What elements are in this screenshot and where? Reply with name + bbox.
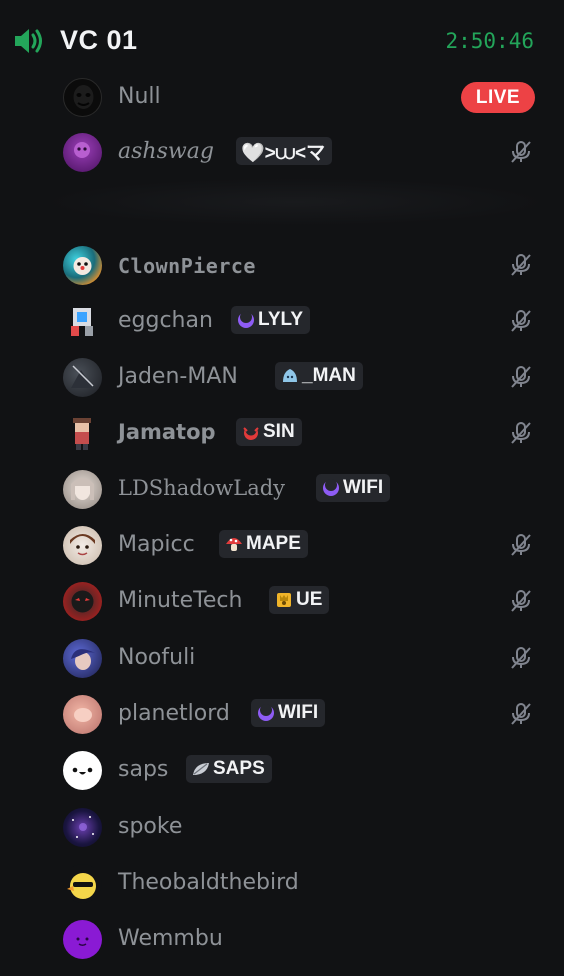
voice-user-row[interactable]: planetlord WIFI: [0, 689, 564, 739]
username: MinuteTech: [118, 588, 243, 613]
purple-moon-icon: [258, 704, 274, 721]
username: Mapicc: [118, 532, 195, 557]
username: saps: [118, 757, 169, 782]
gold-badge-icon: [277, 593, 291, 607]
dark-figure-avatar: [63, 358, 102, 397]
user-tag: WIFI: [316, 474, 391, 502]
mic-muted-icon: [511, 310, 531, 332]
username: ClownPierce: [118, 254, 256, 278]
smiley-face-avatar: [63, 751, 102, 790]
brown-hair-avatar: [63, 526, 102, 565]
voice-user-row[interactable]: ashswag 🤍>⩊<マ: [0, 127, 564, 177]
tag-label: WIFI: [343, 477, 384, 498]
blue-hair-avatar: [63, 639, 102, 678]
tag-label: WIFI: [278, 702, 319, 723]
voice-user-row[interactable]: Theobaldthebird: [0, 858, 564, 908]
blue-slime-icon: [283, 369, 297, 382]
voice-user-row[interactable]: saps SAPS: [0, 745, 564, 795]
clown-avatar: [63, 246, 102, 285]
channel-name: VC 01: [60, 25, 138, 55]
voice-user-row[interactable]: Noofuli: [0, 633, 564, 683]
empty-space: [40, 178, 550, 226]
galaxy-avatar: [63, 808, 102, 847]
leaf-icon: [193, 763, 209, 775]
username: Wemmbu: [118, 926, 223, 951]
mic-muted-icon: [511, 703, 531, 725]
username: LDShadowLady: [118, 476, 286, 500]
voice-user-row[interactable]: Jamatop SIN: [0, 408, 564, 458]
purple-blob-avatar: [63, 920, 102, 959]
voice-user-row[interactable]: Mapicc MAPE: [0, 520, 564, 570]
mic-muted-icon: [511, 366, 531, 388]
user-tag: MAPE: [219, 530, 308, 558]
user-tag: WIFI: [251, 699, 326, 727]
voice-user-row[interactable]: ClownPierce: [0, 240, 564, 290]
voice-user-row[interactable]: MinuteTech UE: [0, 576, 564, 626]
mic-muted-icon: [511, 422, 531, 444]
username: eggchan: [118, 308, 213, 333]
red-mask-avatar: [63, 582, 102, 621]
yellow-bird-avatar: [63, 864, 102, 903]
mic-muted-icon: [511, 590, 531, 612]
voice-user-row[interactable]: eggchan LYLY: [0, 296, 564, 346]
username: ashswag: [118, 139, 214, 164]
voice-user-row[interactable]: LDShadowLady WIFI: [0, 464, 564, 514]
user-tag: SAPS: [186, 755, 272, 783]
username: Jamatop: [118, 420, 216, 444]
call-timer: 2:50:46: [445, 29, 534, 53]
red-horns-icon: [243, 424, 259, 440]
mic-muted-icon: [511, 141, 531, 163]
tag-label: LYLY: [258, 309, 304, 330]
pale-hair-avatar: [63, 470, 102, 509]
mic-muted-icon: [511, 534, 531, 556]
voice-user-row[interactable]: Wemmbu: [0, 914, 564, 964]
peach-avatar: [63, 695, 102, 734]
user-tag: SIN: [236, 418, 302, 446]
mushroom-icon: [226, 538, 242, 551]
voice-channel-header[interactable]: VC 01 2:50:46: [0, 18, 564, 66]
username: Jaden-MAN: [118, 364, 238, 389]
tag-label: _MAN: [302, 365, 356, 386]
voice-user-row[interactable]: Null LIVE: [0, 72, 564, 122]
pixel-character-avatar: [63, 414, 102, 453]
tag-label: UE: [296, 589, 323, 610]
mic-muted-icon: [511, 254, 531, 276]
user-tag: UE: [269, 586, 330, 614]
speaker-icon: [15, 29, 42, 53]
tag-label: SIN: [263, 421, 295, 442]
username: spoke: [118, 814, 183, 839]
dark-mask-avatar: [63, 78, 102, 117]
cube-avatar: [63, 302, 102, 341]
tag-label: SAPS: [213, 758, 265, 779]
username: Null: [118, 84, 161, 109]
tag-label: 🤍>⩊<マ: [241, 142, 326, 164]
user-tag: 🤍>⩊<マ: [236, 137, 333, 165]
tag-label: MAPE: [246, 533, 301, 554]
username: planetlord: [118, 701, 230, 726]
purple-moon-icon: [323, 479, 339, 496]
purple-moon-icon: [238, 311, 254, 328]
mic-muted-icon: [511, 647, 531, 669]
username: Theobaldthebird: [118, 870, 299, 895]
purple-character-avatar: [63, 133, 102, 172]
voice-user-row[interactable]: spoke: [0, 802, 564, 852]
user-tag: _MAN: [275, 362, 363, 390]
voice-user-row[interactable]: Jaden-MAN _MAN: [0, 352, 564, 402]
user-tag: LYLY: [231, 306, 311, 334]
username: Noofuli: [118, 645, 196, 670]
live-badge[interactable]: LIVE: [461, 82, 535, 113]
